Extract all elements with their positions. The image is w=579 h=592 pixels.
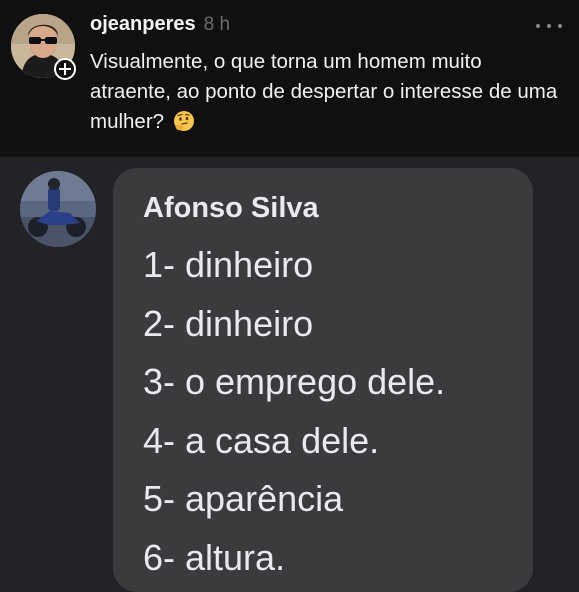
post-timestamp: 8 h [203, 14, 231, 35]
post-header: ojeanperes 8 h [90, 13, 230, 39]
follow-button[interactable] [54, 58, 76, 80]
comment-line: 4- a casa dele. [143, 419, 380, 461]
plus-icon [59, 63, 71, 75]
comment-author-avatar[interactable] [20, 171, 96, 247]
comment-line: 6- altura. [143, 536, 286, 578]
comment-line: 2- dinheiro [143, 302, 314, 344]
comment-text: 1- dinheiro 2- dinheiro 3- o emprego del… [143, 236, 445, 587]
comment-line: 5- aparência [143, 478, 344, 519]
post-body: Visualmente, o que torna um homem muito … [90, 47, 560, 137]
comment-line: 3- o emprego dele. [143, 361, 446, 402]
comment-bubble: Afonso Silva 1- dinheiro 2- dinheiro 3- … [113, 168, 533, 592]
profile-photo-motorcycle-icon [20, 171, 96, 247]
thinking-face-emoji-icon [173, 111, 194, 131]
comment-author-name[interactable]: Afonso Silva [143, 192, 319, 225]
thread-post: ojeanperes 8 h Visualmente, o que torna … [0, 0, 579, 157]
comment-line: 1- dinheiro [143, 244, 314, 285]
post-username[interactable]: ojeanperes [90, 13, 196, 36]
post-text: Visualmente, o que torna um homem muito … [90, 50, 558, 133]
more-options-icon[interactable] [536, 22, 562, 30]
